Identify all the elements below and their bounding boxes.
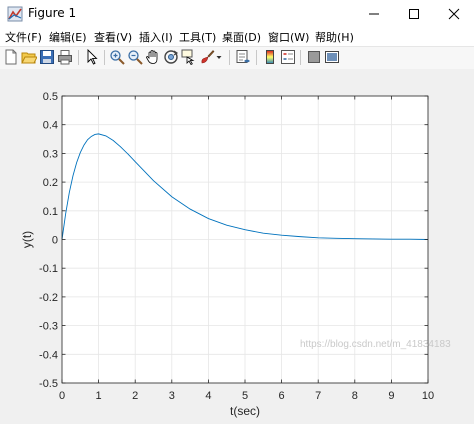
matlab-figure-icon (7, 6, 23, 22)
menu-tools[interactable]: 工具(T) (179, 29, 216, 45)
print-icon (58, 50, 72, 65)
show-plot-tools-button[interactable] (324, 49, 340, 65)
y-tick-label: -0.3 (39, 321, 58, 333)
save-button[interactable] (39, 49, 55, 65)
edit-plot-arrow-icon (87, 49, 98, 65)
brush-dropdown[interactable] (215, 49, 223, 65)
hide-plot-tools-button[interactable] (306, 49, 322, 65)
toolbar-separator (300, 50, 301, 65)
watermark-text: https://blog.csdn.net/m_41834183 (300, 339, 451, 350)
menu-view[interactable]: 查看(V) (94, 29, 132, 45)
title-bar: Figure 1 (0, 0, 474, 28)
print-button[interactable] (57, 49, 73, 65)
y-tick-label: -0.2 (39, 292, 58, 304)
toolbar-separator (104, 50, 105, 65)
y-axis-label: y(t) (20, 231, 34, 248)
pan-hand-icon (146, 50, 158, 64)
x-tick-label: 7 (315, 390, 321, 402)
menu-edit[interactable]: 编辑(E) (49, 29, 87, 45)
data-cursor-button[interactable] (181, 49, 197, 65)
menu-desktop[interactable]: 桌面(D) (222, 29, 261, 45)
y-tick-label: 0.4 (43, 120, 58, 132)
menu-file[interactable]: 文件(F) (5, 29, 42, 45)
x-tick-label: 5 (242, 390, 248, 402)
toolbar-separator (256, 50, 257, 65)
figure-toolbar (0, 46, 474, 70)
x-tick-label: 1 (96, 390, 102, 402)
y-tick-label: 0.5 (43, 91, 58, 103)
maximize-button[interactable] (394, 0, 434, 28)
x-tick-labels: 0 1 2 3 4 5 6 7 8 9 10 (59, 390, 434, 402)
zoom-in-icon (110, 50, 125, 65)
y-tick-label: 0.3 (43, 148, 58, 160)
toolbar-separator (229, 50, 230, 65)
window-title: Figure 1 (28, 6, 77, 20)
close-button[interactable] (434, 0, 474, 28)
edit-plot-button[interactable] (84, 49, 100, 65)
x-tick-label: 6 (279, 390, 285, 402)
colorbar-icon (266, 50, 274, 64)
menu-help[interactable]: 帮助(H) (315, 29, 354, 45)
y-tick-labels: -0.5 -0.4 -0.3 -0.2 -0.1 0 0.1 0.2 0.3 0.4 0.5 (39, 91, 58, 390)
menu-insert[interactable]: 插入(I) (139, 29, 173, 45)
maximize-icon (409, 9, 419, 19)
new-figure-icon (5, 49, 17, 65)
y-tick-label: -0.5 (39, 378, 58, 390)
save-icon (40, 50, 54, 64)
zoom-out-icon (128, 50, 143, 65)
y-tick-label: 0.1 (43, 206, 58, 218)
toolbar-separator (78, 50, 79, 65)
minimize-icon (369, 13, 379, 15)
x-axis-label: t(sec) (230, 404, 260, 418)
brush-dropdown-icon (216, 56, 222, 59)
x-tick-label: 10 (422, 390, 434, 402)
menu-bar: 文件(F) 编辑(E) 查看(V) 插入(I) 工具(T) 桌面(D) 窗口(W… (0, 28, 474, 46)
menu-window[interactable]: 窗口(W) (268, 29, 309, 45)
x-tick-label: 9 (388, 390, 394, 402)
close-icon (448, 8, 460, 20)
x-tick-label: 2 (132, 390, 138, 402)
legend-button[interactable] (280, 49, 296, 65)
y-tick-label: 0 (52, 235, 58, 247)
hide-plot-tools-icon (308, 51, 320, 63)
show-plot-tools-icon (325, 51, 339, 63)
y-tick-label: 0.2 (43, 177, 58, 189)
link-plot-icon (236, 50, 250, 63)
zoom-in-button[interactable] (109, 49, 125, 65)
link-plot-button[interactable] (235, 49, 251, 65)
y-tick-label: -0.4 (39, 349, 58, 361)
x-tick-label: 3 (169, 390, 175, 402)
x-tick-label: 0 (59, 390, 65, 402)
legend-icon (281, 50, 295, 64)
y-tick-label: -0.1 (39, 263, 58, 275)
data-cursor-icon (181, 49, 195, 65)
brush-button[interactable] (199, 49, 215, 65)
minimize-button[interactable] (354, 0, 394, 28)
zoom-out-button[interactable] (127, 49, 143, 65)
x-tick-label: 4 (205, 390, 211, 402)
open-file-button[interactable] (21, 49, 37, 65)
rotate-3d-button[interactable] (163, 49, 179, 65)
rotate-3d-icon (164, 50, 179, 64)
new-figure-button[interactable] (3, 49, 19, 65)
line-chart[interactable]: 0 1 2 3 4 5 6 7 8 9 10 -0.5 -0.4 -0.3 -0.2 -0.1 0 0.1 0.2… (0, 69, 474, 424)
colorbar-button[interactable] (262, 49, 278, 65)
open-file-icon (21, 52, 37, 64)
brush-icon (201, 50, 215, 64)
pan-button[interactable] (145, 49, 161, 65)
figure-canvas[interactable]: 0 1 2 3 4 5 6 7 8 9 10 -0.5 -0.4 -0.3 -0.2 -0.1 0 0.1 0.2… (0, 69, 474, 424)
x-tick-label: 8 (352, 390, 358, 402)
